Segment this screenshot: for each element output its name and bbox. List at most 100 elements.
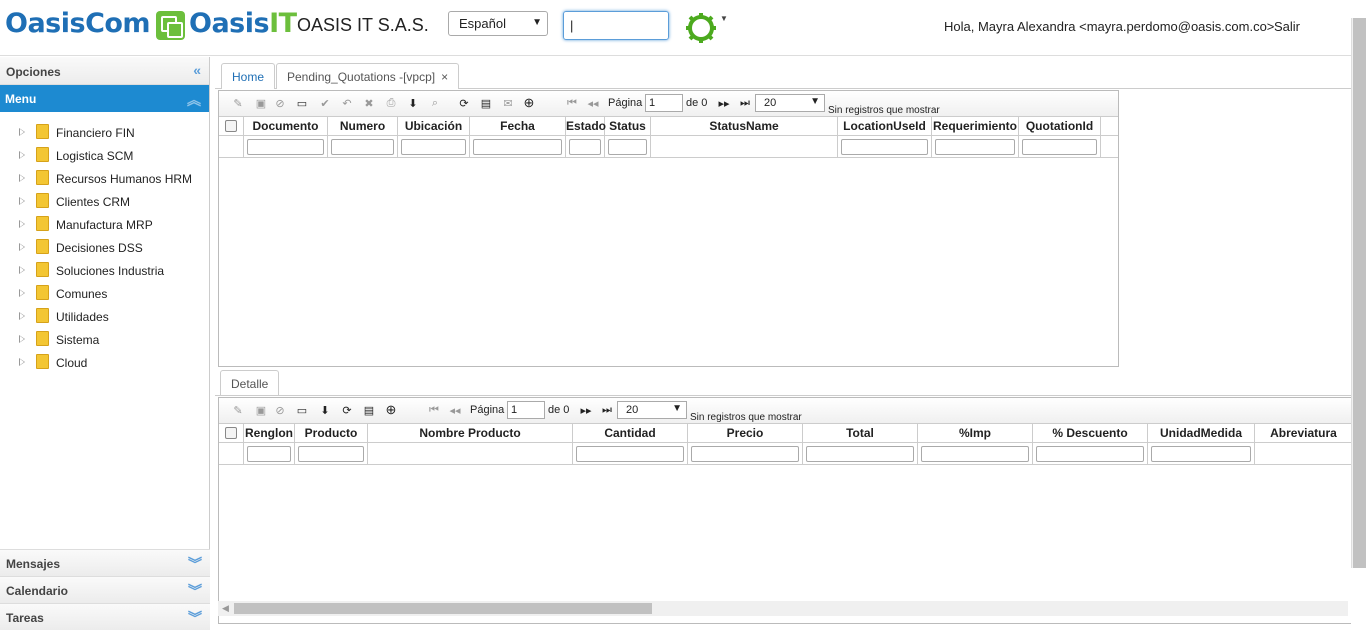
accordion-mensajes[interactable]: Mensajes ︾	[0, 549, 210, 576]
tree-item-logistica[interactable]: Logistica SCM	[0, 147, 209, 171]
column-header[interactable]: QuotationId	[1019, 117, 1101, 136]
gear-icon[interactable]	[685, 12, 717, 44]
expand-icon[interactable]	[19, 128, 25, 136]
filter-input[interactable]	[569, 139, 601, 155]
column-header[interactable]: Requerimiento	[932, 117, 1019, 136]
filter-input[interactable]	[608, 139, 647, 155]
column-header[interactable]: UnidadMedida	[1148, 424, 1255, 443]
page-input[interactable]: 1	[645, 94, 683, 112]
filter-input[interactable]	[247, 446, 291, 462]
collapse-up-icon[interactable]: ︽	[187, 90, 201, 110]
expand-icon[interactable]	[19, 243, 25, 251]
column-header[interactable]: % Descuento	[1033, 424, 1148, 443]
filter-input[interactable]	[691, 446, 799, 462]
cancel-icon[interactable]: ⊘	[273, 97, 287, 110]
delete-icon[interactable]: ✖	[362, 97, 376, 110]
select-all-checkbox[interactable]	[225, 120, 237, 132]
tree-item-comunes[interactable]: Comunes	[0, 285, 209, 309]
expand-icon[interactable]	[19, 197, 25, 205]
expand-icon[interactable]	[19, 358, 25, 366]
link-icon[interactable]: ▭	[295, 97, 309, 110]
tab-detalle[interactable]: Detalle	[220, 370, 280, 396]
filter-input[interactable]	[806, 446, 914, 462]
accordion-tareas[interactable]: Tareas ︾	[0, 603, 210, 630]
filter-input[interactable]	[841, 139, 928, 155]
expand-down-icon[interactable]: ︾	[188, 554, 202, 574]
prev-page-icon[interactable]: ◂◂	[586, 97, 600, 110]
tree-item-utilidades[interactable]: Utilidades	[0, 308, 209, 332]
column-header[interactable]: Renglon	[244, 424, 295, 443]
check-icon[interactable]: ✔	[318, 97, 332, 110]
tree-item-manufactura[interactable]: Manufactura MRP	[0, 216, 209, 240]
column-header[interactable]: Cantidad	[573, 424, 688, 443]
undo-icon[interactable]: ↶	[340, 97, 354, 110]
comment-icon[interactable]: ▤	[362, 404, 376, 417]
expand-icon[interactable]	[19, 174, 25, 182]
first-page-icon[interactable]: ⏮	[427, 404, 441, 417]
search-input[interactable]: |	[563, 11, 669, 40]
tab-home[interactable]: Home	[221, 63, 276, 89]
tab-pending-quotations[interactable]: Pending_Quotations -[vpcp] ×	[276, 63, 460, 89]
column-header[interactable]: Documento	[244, 117, 328, 136]
tree-item-recursos-humanos[interactable]: Recursos Humanos HRM	[0, 170, 209, 194]
page-input[interactable]: 1	[507, 401, 545, 419]
column-header[interactable]: Producto	[295, 424, 368, 443]
column-header[interactable]: Precio	[688, 424, 803, 443]
sidebar-options-header[interactable]: Opciones «	[0, 57, 209, 85]
add-icon[interactable]: ⊕	[384, 402, 398, 418]
sidebar-menu-header[interactable]: Menu ︽	[0, 85, 209, 112]
search-icon[interactable]: ⌕	[428, 97, 442, 110]
mail-icon[interactable]: ✉	[501, 97, 515, 110]
comment-icon[interactable]: ▤	[479, 97, 493, 110]
vertical-scrollbar[interactable]	[1351, 18, 1366, 568]
expand-icon[interactable]	[19, 335, 25, 343]
filter-input[interactable]	[473, 139, 562, 155]
expand-down-icon[interactable]: ︾	[188, 581, 202, 601]
column-header[interactable]: Estado	[566, 117, 606, 136]
next-page-icon[interactable]: ▸▸	[717, 97, 731, 110]
prev-page-icon[interactable]: ◂◂	[448, 404, 462, 417]
column-header[interactable]: Numero	[328, 117, 398, 136]
cancel-icon[interactable]: ⊘	[273, 404, 287, 417]
filter-input[interactable]	[298, 446, 364, 462]
column-header[interactable]: Fecha	[470, 117, 566, 136]
link-icon[interactable]: ▭	[295, 404, 309, 417]
select-all-checkbox[interactable]	[225, 427, 237, 439]
column-header[interactable]: Abreviatura	[1255, 424, 1352, 443]
refresh-icon[interactable]: ⟳	[457, 97, 471, 110]
horizontal-scrollbar[interactable]: ◀	[218, 601, 1348, 616]
expand-icon[interactable]	[19, 220, 25, 228]
filter-input[interactable]	[935, 139, 1015, 155]
filter-input[interactable]	[331, 139, 394, 155]
add-icon[interactable]: ⊕	[522, 95, 536, 111]
expand-icon[interactable]	[19, 312, 25, 320]
language-select[interactable]: Español ▼	[448, 11, 548, 36]
filter-input[interactable]	[921, 446, 1029, 462]
tree-item-soluciones[interactable]: Soluciones Industria	[0, 262, 209, 286]
next-page-icon[interactable]: ▸▸	[579, 404, 593, 417]
collapse-left-icon[interactable]: «	[193, 62, 201, 78]
download-icon[interactable]: ⬇	[406, 97, 420, 110]
print-icon[interactable]: ⎙	[384, 97, 398, 110]
last-page-icon[interactable]: ⏭	[600, 404, 614, 417]
column-header[interactable]: Status	[605, 117, 651, 136]
refresh-icon[interactable]: ⟳	[340, 404, 354, 417]
first-page-icon[interactable]: ⏮	[565, 97, 579, 110]
rows-per-page-select[interactable]: 20 ▼	[617, 401, 687, 419]
close-icon[interactable]: ×	[441, 70, 448, 84]
accordion-calendario[interactable]: Calendario ︾	[0, 576, 210, 603]
download-icon[interactable]: ⬇	[318, 404, 332, 417]
tree-item-decisiones[interactable]: Decisiones DSS	[0, 239, 209, 263]
expand-icon[interactable]	[19, 289, 25, 297]
save-icon[interactable]: ▣	[254, 404, 268, 417]
scroll-left-icon[interactable]: ◀	[222, 603, 229, 614]
column-header[interactable]: StatusName	[651, 117, 838, 136]
filter-input[interactable]	[401, 139, 466, 155]
tree-item-clientes[interactable]: Clientes CRM	[0, 193, 209, 217]
vertical-scrollbar-thumb[interactable]	[1353, 18, 1366, 568]
logout-link[interactable]: Salir	[1274, 19, 1300, 34]
filter-input[interactable]	[1022, 139, 1097, 155]
gear-caret-icon[interactable]: ▼	[720, 14, 728, 23]
tree-item-sistema[interactable]: Sistema	[0, 331, 209, 355]
expand-icon[interactable]	[19, 266, 25, 274]
